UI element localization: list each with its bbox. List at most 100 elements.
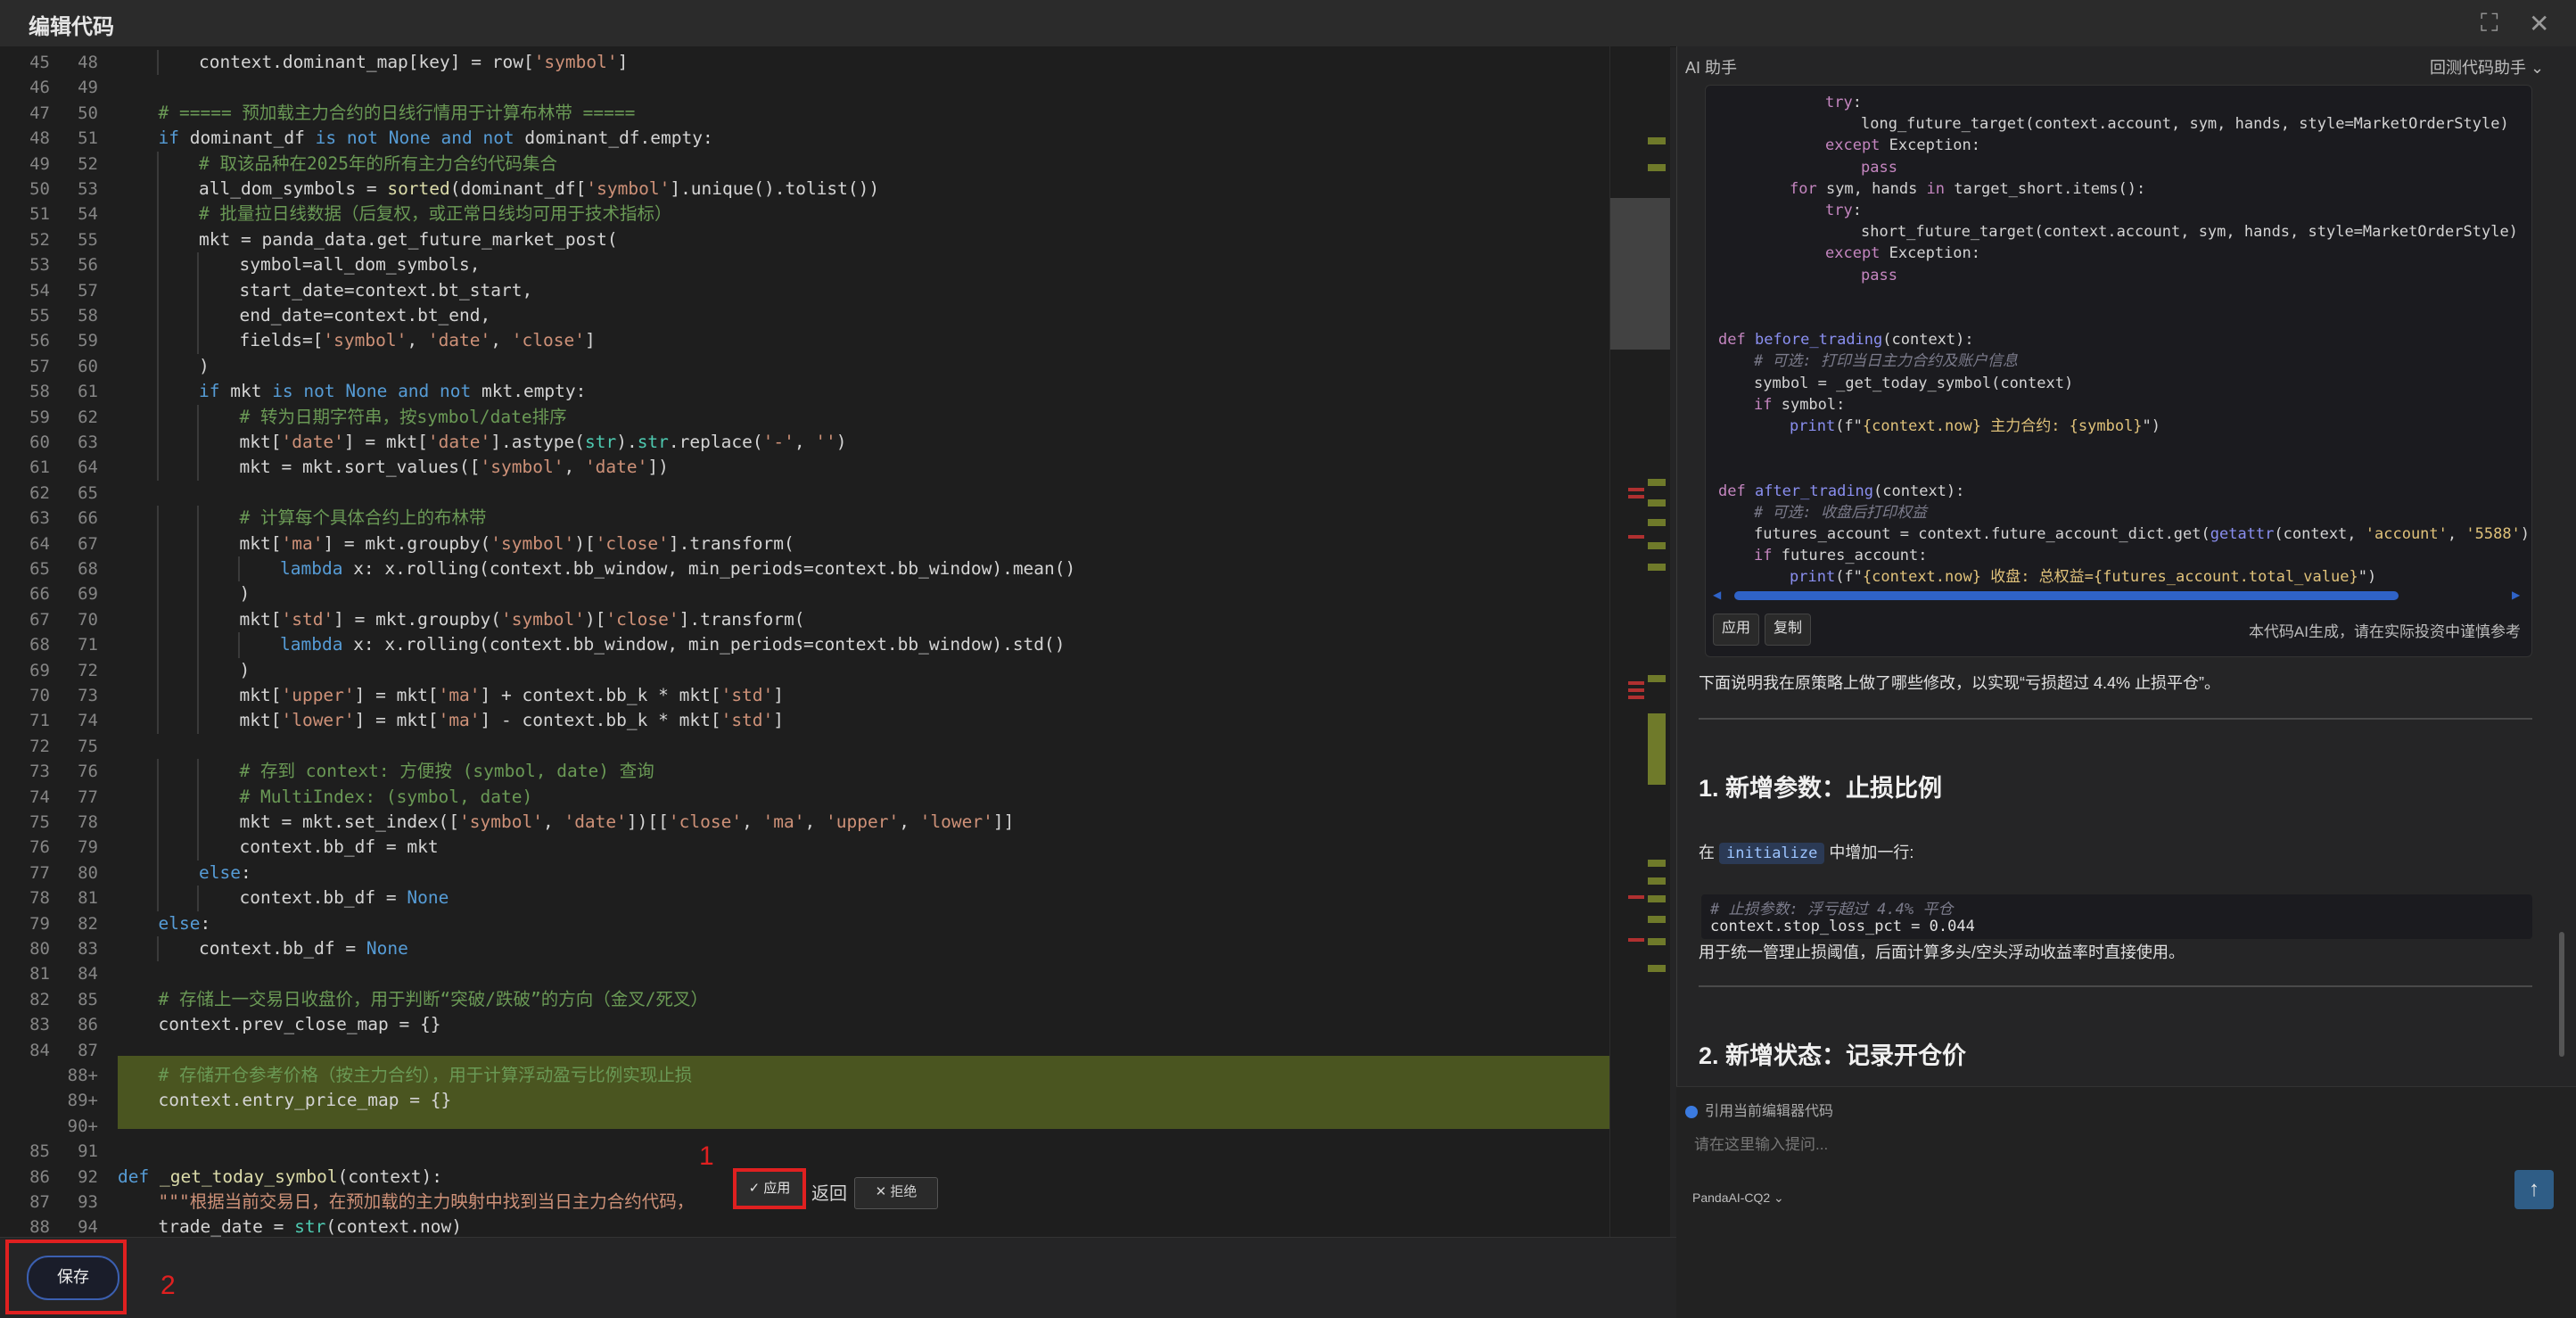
code-line[interactable]: all_dom_symbols = sorted(dominant_df['sy… — [199, 177, 879, 202]
code-card-hscroll[interactable] — [1734, 591, 2399, 600]
model-select[interactable]: PandaAI-CQ2 ⌄ — [1692, 1190, 1784, 1206]
card-code-line: futures_account = context.future_account… — [1754, 523, 2531, 545]
section1-pre: 在 — [1699, 844, 1715, 861]
code-line[interactable]: mkt = mkt.sort_values(['symbol', 'date']… — [240, 455, 669, 480]
code-line[interactable]: # 取该品种在2025年的所有主力合约代码集合 — [199, 152, 557, 177]
code-line[interactable]: mkt['date'] = mkt['date'].astype(str).st… — [240, 430, 847, 455]
code-token: , — [742, 811, 763, 832]
code-line[interactable]: if dominant_df is not None and not domin… — [159, 126, 713, 151]
code-line[interactable]: else: — [159, 911, 211, 936]
code-line[interactable]: if mkt is not None and not mkt.empty: — [199, 379, 586, 404]
diff-apply-button[interactable]: ✓ 应用 — [733, 1168, 806, 1209]
question-input[interactable] — [1692, 1131, 2498, 1159]
old-line-number: 49 — [29, 153, 50, 174]
new-line-number: 68 — [78, 559, 98, 579]
code-token: ]] — [992, 811, 1015, 832]
code-line[interactable]: context.bb_df = None — [199, 936, 408, 961]
card-code-token: if — [1754, 547, 1773, 565]
new-line-number: 54 — [78, 204, 98, 225]
code-line[interactable]: trade_date = str(context.now) — [159, 1215, 462, 1237]
send-icon[interactable]: ↑ — [2514, 1170, 2554, 1209]
code-token: if — [199, 381, 220, 402]
code-token: 'symbol' — [323, 330, 407, 351]
old-line-number: 55 — [29, 306, 50, 325]
ai-panel-scrollbar[interactable] — [2557, 85, 2568, 1083]
code-editor[interactable]: context.dominant_map[key] = row['symbol'… — [0, 46, 1627, 1237]
code-line[interactable]: symbol=all_dom_symbols, — [240, 252, 481, 277]
code-line[interactable]: # 存储上一交易日收盘价，用于判断“突破/跌破”的方向（金叉/死叉） — [159, 987, 708, 1012]
code-token: x: x.rolling(context.bb_window, min_peri… — [342, 634, 1066, 655]
code-token: ] = mkt[ — [354, 710, 439, 731]
card-code-token: getattr — [2210, 525, 2275, 543]
code-line[interactable]: mkt = panda_data.get_future_market_post( — [199, 227, 618, 252]
card-code-token: print — [1790, 417, 1836, 435]
code-token: _get_today_symbol — [159, 1166, 338, 1187]
code-line[interactable]: ) — [240, 581, 251, 606]
fullscreen-icon[interactable]: ⛶ — [2481, 9, 2498, 38]
code-line[interactable]: start_date=context.bt_start, — [240, 278, 533, 303]
code-line[interactable]: mkt['std'] = mkt.groupby('symbol')['clos… — [240, 607, 805, 632]
code-line[interactable]: end_date=context.bt_end, — [240, 303, 491, 328]
old-line-number: 69 — [29, 660, 50, 680]
card-code-line: except Exception: — [1825, 135, 1980, 156]
code-line[interactable]: else: — [199, 861, 251, 886]
card-code-token: (context): — [1882, 331, 1974, 350]
scroll-right-icon[interactable]: ▶ — [2512, 589, 2520, 601]
code-line[interactable]: lambda x: x.rolling(context.bb_window, m… — [280, 556, 1075, 581]
new-line-number: 89+ — [67, 1091, 98, 1111]
indent-guide — [197, 835, 199, 861]
card-copy-button[interactable]: 复制 — [1765, 614, 1811, 646]
code-line[interactable]: fields=['symbol', 'date', 'close'] — [240, 328, 596, 353]
code-token: 'date' — [584, 457, 648, 478]
code-line[interactable]: context.entry_price_map = {} — [159, 1088, 452, 1113]
diff-reject-button[interactable]: ✕ 拒绝 — [854, 1177, 938, 1209]
scroll-left-icon[interactable]: ◀ — [1713, 589, 1721, 601]
code-line[interactable]: mkt['upper'] = mkt['ma'] + context.bb_k … — [240, 683, 785, 708]
editor-minimap[interactable] — [1609, 46, 1670, 1237]
code-line[interactable]: # ===== 预加载主力合约的日线行情用于计算布林带 ===== — [159, 101, 636, 126]
code-line[interactable]: context.bb_df = mkt — [240, 835, 439, 860]
code-line[interactable]: mkt = mkt.set_index(['symbol', 'date'])[… — [240, 810, 1015, 835]
code-line[interactable]: mkt['ma'] = mkt.groupby('symbol')['close… — [240, 531, 794, 556]
new-line-number: 64 — [78, 457, 98, 478]
close-icon[interactable]: ✕ — [2529, 9, 2549, 38]
code-line[interactable]: # 存储开仓参考价格（按主力合约），用于计算浮动盈亏比例实现止损 — [159, 1063, 693, 1088]
snippet-code: context.stop_loss_pct = 0.044 — [1710, 918, 1975, 935]
code-line[interactable]: """根据当前交易日，在预加载的主力映射中找到当日主力合约代码， — [159, 1190, 695, 1215]
new-line-number: 91 — [78, 1141, 98, 1162]
code-line[interactable]: # 计算每个具体合约上的布林带 — [240, 506, 487, 531]
code-line[interactable]: context.dominant_map[key] = row['symbol'… — [199, 50, 628, 75]
code-line[interactable]: # 存到 context: 方便按 (symbol, date) 查询 — [240, 759, 654, 784]
new-line-number: 59 — [78, 331, 98, 351]
old-line-number: 54 — [29, 280, 50, 301]
code-token: lambda — [280, 558, 343, 579]
code-line[interactable]: lambda x: x.rolling(context.bb_window, m… — [280, 632, 1066, 657]
code-line[interactable]: # 批量拉日线数据（后复权，或正常日线均可用于技术指标） — [199, 202, 671, 227]
indent-guide — [197, 606, 199, 633]
reference-editor-toggle[interactable]: 引用当前编辑器代码 — [1685, 1099, 1833, 1120]
card-apply-button[interactable]: 应用 — [1713, 614, 1759, 646]
code-line[interactable]: # MultiIndex: (symbol, date) — [240, 785, 533, 810]
assistant-type-select[interactable]: 回测代码助手 ⌄ — [2430, 55, 2544, 78]
code-line[interactable]: context.prev_close_map = {} — [159, 1012, 441, 1037]
card-code-line: long_future_target(context.account, sym,… — [1861, 113, 2509, 135]
minimap-slider[interactable] — [1610, 198, 1670, 350]
code-line[interactable]: def _get_today_symbol(context): — [118, 1165, 442, 1190]
code-token: ] — [773, 685, 785, 705]
code-line[interactable]: context.bb_df = None — [240, 886, 449, 910]
code-line[interactable]: ) — [199, 354, 210, 379]
card-code-token: before_trading — [1754, 331, 1883, 350]
card-code-line: try: — [1825, 92, 1862, 113]
save-button[interactable]: 保存 — [27, 1256, 119, 1300]
indent-guide — [156, 227, 159, 253]
code-line[interactable]: ) — [240, 658, 251, 683]
card-code-token: print — [1790, 568, 1836, 587]
indent-guide — [156, 404, 159, 430]
indent-guide — [197, 277, 199, 303]
code-token: ) — [239, 659, 251, 680]
code-token: sorted — [387, 178, 450, 199]
new-line-number: 92 — [78, 1166, 98, 1187]
code-line[interactable]: mkt['lower'] = mkt['ma'] - context.bb_k … — [240, 708, 785, 733]
old-line-number: 48 — [29, 128, 50, 149]
code-line[interactable]: # 转为日期字符串，按symbol/date排序 — [240, 405, 567, 430]
